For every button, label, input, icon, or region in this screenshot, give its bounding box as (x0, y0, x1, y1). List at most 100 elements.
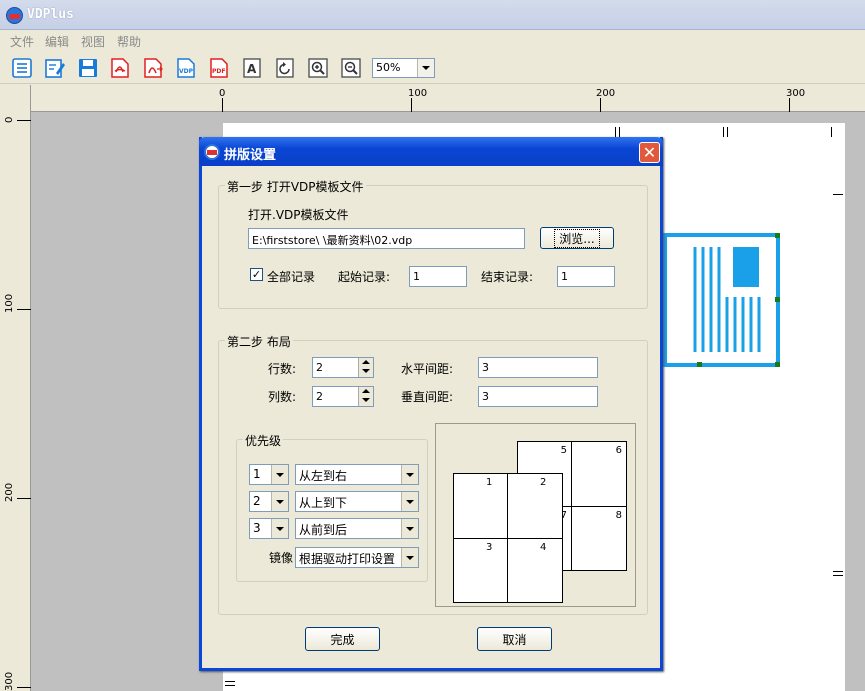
preview-page: 4 (507, 538, 563, 603)
ruler-label: 200 (596, 88, 616, 99)
dialog-title-bar[interactable]: 拼版设置 ✕ (199, 137, 663, 166)
menu-edit[interactable]: 编辑 (45, 33, 69, 50)
preview-page: 8 (571, 506, 627, 571)
page-number: 8 (615, 510, 622, 521)
app-logo-icon (6, 7, 23, 24)
cols-label: 列数: (268, 390, 297, 404)
menu-file[interactable]: 文件 (10, 33, 34, 50)
cancel-button[interactable]: 取消 (477, 627, 552, 651)
stepper-arrows-icon[interactable] (358, 358, 373, 377)
chevron-down-icon[interactable] (401, 548, 418, 567)
save-icon[interactable] (76, 56, 100, 80)
pdf-icon[interactable]: PDF (207, 56, 231, 80)
ruler-label: 100 (408, 88, 428, 99)
zoom-in-icon[interactable] (306, 56, 330, 80)
step1-legend: 第一步 打开VDP模板文件 (225, 178, 366, 195)
priority-3-num-select[interactable]: 3 (249, 518, 289, 539)
preview-page: 1 (453, 473, 508, 539)
rows-stepper[interactable]: 2 (312, 357, 374, 378)
horizontal-ruler: 0 100 200 300 (31, 85, 865, 112)
document-icon (693, 247, 761, 352)
layout-preview: 5 6 7 8 1 2 3 4 (435, 423, 636, 607)
preview-page: 3 (453, 538, 508, 603)
chevron-down-icon[interactable] (271, 519, 288, 538)
cancel-label: 取消 (502, 632, 527, 647)
priority-2-num-select[interactable]: 2 (249, 491, 289, 512)
start-record-label: 起始记录: (338, 270, 391, 284)
pdf-export-icon[interactable] (141, 56, 165, 80)
rows-value: 2 (316, 361, 323, 374)
close-icon: ✕ (642, 142, 657, 162)
vdp-icon[interactable]: VDP (174, 56, 198, 80)
svg-text:PDF: PDF (212, 68, 225, 75)
svg-text:VDP: VDP (179, 68, 194, 75)
menu-view[interactable]: 视图 (81, 33, 105, 50)
menu-bar: 文件 编辑 视图 帮助 (0, 30, 865, 51)
preview-page: 2 (507, 473, 563, 539)
cols-stepper[interactable]: 2 (312, 386, 374, 407)
mirror-label: 镜像 (269, 551, 294, 565)
priority-dir: 从前到后 (299, 523, 348, 537)
page-number: 5 (560, 445, 567, 456)
all-records-checkbox[interactable]: ✓ (250, 268, 263, 281)
mirror-select[interactable]: 根据驱动打印设置 (295, 547, 419, 568)
edit-icon[interactable] (43, 56, 67, 80)
priority-1-dir-select[interactable]: 从左到右 (295, 464, 419, 485)
finish-label: 完成 (330, 632, 355, 647)
start-record-input[interactable]: 1 (409, 266, 467, 287)
menu-help[interactable]: 帮助 (117, 33, 141, 50)
priority-num: 2 (253, 494, 261, 508)
chevron-down-icon[interactable] (271, 465, 288, 484)
selected-template-object[interactable] (663, 233, 780, 367)
ruler-label: 0 (219, 88, 226, 99)
horizontal-gap-input[interactable]: 3 (478, 357, 598, 378)
acrobat-icon[interactable] (108, 56, 132, 80)
ruler-label: 200 (4, 482, 15, 502)
end-record-label: 结束记录: (481, 270, 534, 284)
page-number: 1 (486, 477, 493, 488)
cols-value: 2 (316, 390, 323, 403)
end-record-input[interactable]: 1 (557, 266, 615, 287)
vertical-gap-input[interactable]: 3 (478, 386, 598, 407)
ruler-label: 0 (4, 116, 15, 123)
priority-num: 1 (253, 467, 261, 481)
dialog-title: 拼版设置 (224, 148, 277, 163)
rows-label: 行数: (268, 362, 297, 376)
template-path-input[interactable]: E:\firststore\ \最新资料\02.vdp (248, 228, 525, 249)
rotate-icon[interactable] (273, 56, 297, 80)
toolbar: VDP PDF A 50% (0, 51, 865, 84)
page-number: 3 (486, 542, 493, 553)
chevron-down-icon[interactable] (417, 59, 434, 77)
priority-dir: 从左到右 (299, 469, 348, 483)
page-number: 6 (615, 445, 622, 456)
chevron-down-icon[interactable] (271, 492, 288, 511)
page-number: 2 (540, 477, 547, 488)
close-button[interactable]: ✕ (639, 142, 660, 163)
chevron-down-icon[interactable] (401, 519, 418, 538)
finish-button[interactable]: 完成 (305, 627, 380, 651)
step2-legend: 第二步 布局 (225, 333, 293, 350)
zoom-out-icon[interactable] (339, 56, 363, 80)
zoom-select[interactable]: 50% (372, 58, 435, 78)
ruler-label: 100 (4, 293, 15, 313)
svg-text:A: A (247, 62, 257, 76)
priority-3-dir-select[interactable]: 从前到后 (295, 518, 419, 539)
vertical-gap-label: 垂直间距: (401, 390, 454, 404)
imposition-dialog: 拼版设置 ✕ 第一步 打开VDP模板文件 打开.VDP模板文件 E:\first… (199, 137, 663, 671)
priority-2-dir-select[interactable]: 从上到下 (295, 491, 419, 512)
chevron-down-icon[interactable] (401, 465, 418, 484)
app-logo-icon (204, 144, 220, 160)
chevron-down-icon[interactable] (401, 492, 418, 511)
list-icon[interactable] (10, 56, 34, 80)
stepper-arrows-icon[interactable] (358, 387, 373, 406)
text-icon[interactable]: A (240, 56, 264, 80)
vertical-ruler: 0 100 200 300 (0, 85, 31, 691)
zoom-value: 50% (376, 61, 401, 74)
title-bar: VDPlus (0, 0, 865, 30)
ruler-label: 300 (4, 671, 15, 691)
preview-page: 6 (571, 441, 627, 507)
priority-1-num-select[interactable]: 1 (249, 464, 289, 485)
browse-button[interactable]: 浏览... (540, 227, 614, 249)
open-template-label: 打开.VDP模板文件 (248, 208, 349, 222)
browse-label: 浏览... (554, 228, 600, 248)
